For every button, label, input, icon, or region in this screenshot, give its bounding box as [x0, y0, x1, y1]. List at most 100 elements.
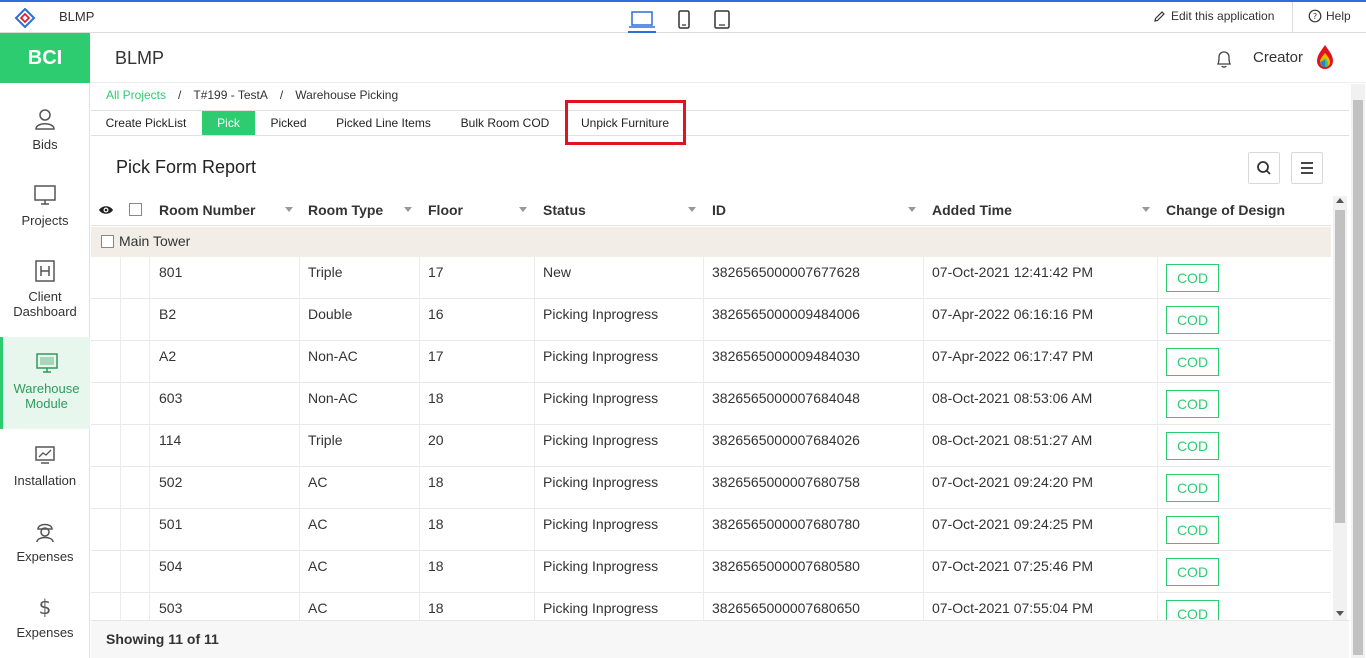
sort-caret-icon[interactable]	[285, 207, 293, 212]
cell-floor: 18	[428, 474, 444, 490]
sidebar-item-label: Projects	[21, 213, 69, 228]
sidebar-item-label: Client Dashboard	[13, 289, 77, 319]
table-scrollbar-thumb[interactable]	[1335, 210, 1345, 523]
table-row[interactable]: 801 Triple 17 New 3826565000007677628 07-Oct-…	[91, 257, 1331, 299]
column-divider	[149, 509, 150, 551]
breadcrumb: All Projects / T#199 - TestA / Warehouse…	[106, 88, 398, 102]
column-header-status[interactable]: Status	[543, 202, 586, 218]
column-header-id[interactable]: ID	[712, 202, 726, 218]
sidebar-item-bids[interactable]: Bids	[0, 107, 90, 152]
mobile-preview-button[interactable]	[670, 7, 698, 33]
worker-icon	[36, 523, 54, 543]
table-row[interactable]: 501 AC 18 Picking Inprogress 382656500000768…	[91, 509, 1331, 551]
scroll-down-arrow-icon[interactable]	[1336, 611, 1344, 616]
column-divider	[120, 467, 121, 509]
sort-caret-icon[interactable]	[519, 207, 527, 212]
sidebar-item-client-dashboard[interactable]: Client Dashboard	[0, 259, 90, 319]
help-link[interactable]: ? Help	[1308, 9, 1351, 23]
column-divider	[120, 257, 121, 299]
cell-added-time: 08-Oct-2021 08:53:06 AM	[932, 390, 1093, 406]
breadcrumb-project[interactable]: T#199 - TestA	[193, 88, 267, 102]
phone-icon	[678, 10, 690, 29]
search-button[interactable]	[1248, 152, 1280, 184]
table-row[interactable]: 504 AC 18 Picking Inprogress 382656500000768…	[91, 551, 1331, 593]
column-divider	[419, 299, 420, 341]
sidebar-item-projects[interactable]: Projects	[0, 183, 90, 228]
sidebar-item-warehouse-module[interactable]: Warehouse Module	[0, 337, 90, 429]
column-header-floor[interactable]: Floor	[428, 202, 463, 218]
page-scrollbar-thumb[interactable]	[1353, 100, 1363, 655]
cod-button[interactable]: COD	[1166, 474, 1219, 502]
sidebar-item-installation[interactable]: Installation	[0, 443, 90, 488]
brand-logo[interactable]: BCI	[0, 33, 90, 83]
dollar-icon: $	[39, 595, 52, 619]
pencil-icon	[1154, 10, 1165, 22]
sidebar-item-label: Expenses	[16, 625, 74, 640]
sort-caret-icon[interactable]	[688, 207, 696, 212]
user-name[interactable]: Creator	[1253, 49, 1303, 66]
cod-button[interactable]: COD	[1166, 348, 1219, 376]
group-checkbox[interactable]	[101, 235, 114, 248]
cell-floor: 16	[428, 306, 444, 322]
sort-caret-icon[interactable]	[908, 207, 916, 212]
table-row[interactable]: 114 Triple 20 Picking Inprogress 38265650000…	[91, 425, 1331, 467]
column-divider	[120, 551, 121, 593]
table-scrollbar[interactable]	[1333, 196, 1347, 620]
cell-status: Picking Inprogress	[543, 432, 659, 448]
help-circle-icon: ?	[1308, 9, 1322, 23]
report-tabs: Create PickList Pick Picked Picked Line …	[91, 110, 1349, 136]
sidebar-item-expenses[interactable]: Expenses	[0, 519, 90, 564]
bell-icon[interactable]	[1215, 49, 1233, 69]
page-scrollbar[interactable]	[1351, 84, 1365, 658]
table-row[interactable]: B2 Double 16 Picking Inprogress 382656500000…	[91, 299, 1331, 341]
tab-pick[interactable]: Pick	[202, 111, 255, 135]
user-avatar-icon[interactable]	[1316, 44, 1334, 70]
column-divider	[923, 383, 924, 425]
sidebar-item-expenses-2[interactable]: $ Expenses	[0, 595, 90, 640]
column-header-added-time[interactable]: Added Time	[932, 202, 1012, 218]
scroll-up-arrow-icon[interactable]	[1336, 198, 1344, 203]
column-header-change-of-design[interactable]: Change of Design	[1166, 202, 1285, 218]
group-row-main-tower[interactable]: Main Tower	[91, 227, 1331, 257]
column-divider	[149, 383, 150, 425]
cod-button[interactable]: COD	[1166, 558, 1219, 586]
cod-button[interactable]: COD	[1166, 264, 1219, 292]
breadcrumb-current: Warehouse Picking	[295, 88, 399, 102]
column-divider	[923, 425, 924, 467]
h-box-icon	[35, 260, 55, 282]
breadcrumb-all-projects[interactable]: All Projects	[106, 88, 166, 102]
tab-create-picklist[interactable]: Create PickList	[99, 111, 193, 135]
menu-button[interactable]	[1291, 152, 1323, 184]
app-logo-icon[interactable]	[14, 8, 36, 28]
cod-button[interactable]: COD	[1166, 600, 1219, 620]
cod-button[interactable]: COD	[1166, 306, 1219, 334]
table-row[interactable]: 502 AC 18 Picking Inprogress 382656500000768…	[91, 467, 1331, 509]
column-divider	[923, 551, 924, 593]
cell-status: Picking Inprogress	[543, 348, 659, 364]
table-row[interactable]: A2 Non-AC 17 Picking Inprogress 382656500000…	[91, 341, 1331, 383]
cod-button[interactable]: COD	[1166, 390, 1219, 418]
edit-application-link[interactable]: Edit this application	[1153, 9, 1274, 23]
tab-picked-line-items[interactable]: Picked Line Items	[330, 111, 437, 135]
column-divider	[534, 257, 535, 299]
column-divider	[703, 551, 704, 593]
eye-icon[interactable]	[98, 203, 114, 217]
cell-floor: 18	[428, 390, 444, 406]
table-row[interactable]: 603 Non-AC 18 Picking Inprogress 38265650000…	[91, 383, 1331, 425]
cod-button[interactable]: COD	[1166, 432, 1219, 460]
table-row[interactable]: 503 AC 18 Picking Inprogress 382656500000768…	[91, 593, 1331, 620]
select-all-checkbox[interactable]	[129, 203, 142, 216]
cell-room-number: 603	[159, 390, 183, 406]
cod-button[interactable]: COD	[1166, 516, 1219, 544]
cell-added-time: 07-Oct-2021 09:24:20 PM	[932, 474, 1094, 490]
column-divider	[534, 341, 535, 383]
column-header-room-type[interactable]: Room Type	[308, 202, 383, 218]
sort-caret-icon[interactable]	[404, 207, 412, 212]
tab-bulk-room-cod[interactable]: Bulk Room COD	[454, 111, 556, 135]
tablet-preview-button[interactable]	[708, 7, 736, 33]
sort-caret-icon[interactable]	[1142, 207, 1150, 212]
desktop-preview-button[interactable]	[628, 7, 656, 33]
column-header-room-number[interactable]: Room Number	[159, 202, 255, 218]
tab-picked[interactable]: Picked	[263, 111, 314, 135]
cell-floor: 18	[428, 558, 444, 574]
